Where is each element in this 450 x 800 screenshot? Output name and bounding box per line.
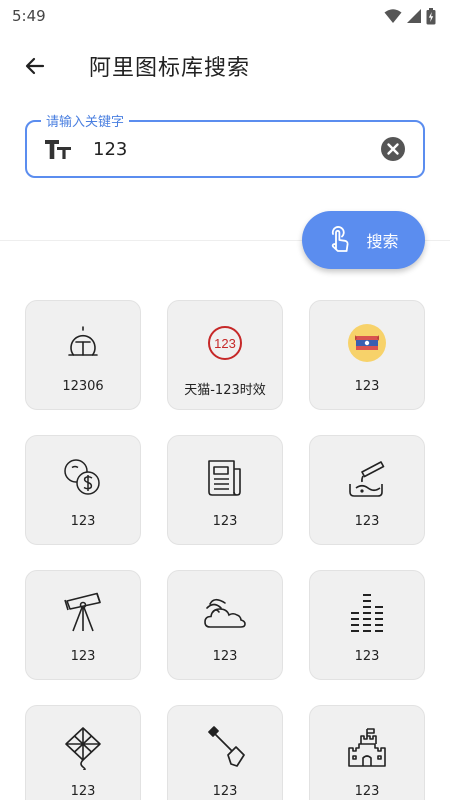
result-card[interactable]: 123 [309,705,425,800]
coins-dollar-icon [61,456,105,500]
result-label: 123 [354,379,380,394]
result-card[interactable]: 123 [167,705,283,800]
result-card[interactable]: 123 天猫-123时效 [167,300,283,410]
wifi-icon [384,9,402,23]
clear-button[interactable] [379,135,407,163]
result-label: 123 [70,649,96,664]
keyword-field-label: 请输入关键字 [41,111,130,130]
result-card[interactable]: 123 [167,435,283,545]
signal-icon [407,9,421,23]
cloud-wifi-icon [203,591,247,635]
result-label: 123 [70,784,96,799]
touch-hand-icon [332,226,349,252]
kite-icon [61,726,105,770]
result-label: 123 [212,514,238,529]
result-card[interactable]: 12306 [25,300,141,410]
result-card[interactable]: 123 [25,435,141,545]
telescope-icon [61,591,105,635]
keyword-input[interactable] [93,138,379,160]
flag-badge-icon [345,321,389,365]
search-button-label: 搜索 [366,232,399,251]
result-label: 123 [354,649,380,664]
clear-circle-icon [381,137,405,161]
number-badge-icon: 123 [203,321,247,365]
rail-station-icon [61,321,105,365]
result-card[interactable]: 123 [25,705,141,800]
battery-charging-icon [426,7,436,24]
result-card[interactable]: 123 [309,570,425,680]
status-icons [384,7,436,25]
back-button[interactable] [11,42,59,90]
keyword-field[interactable]: 请输入关键字 [25,111,425,178]
result-card[interactable]: 123 [25,570,141,680]
shovel-icon [203,726,247,770]
newspaper-icon [203,456,247,500]
result-card[interactable]: 123 [309,300,425,410]
result-card[interactable]: 123 [167,570,283,680]
arrow-left-icon [25,57,45,75]
result-label: 123 [354,784,380,799]
status-time: 5:49 [12,7,46,25]
status-bar: 5:49 [0,0,450,32]
result-label: 123 [354,514,380,529]
text-format-icon [43,138,73,160]
result-card[interactable]: 123 [309,435,425,545]
badge-number: 123 [214,336,236,351]
results-grid: 12306 123 天猫-123时效 123 123 123 123 123 1… [25,300,425,800]
result-label: 123 [212,649,238,664]
pouring-liquid-icon [345,456,389,500]
sandcastle-icon [345,726,389,770]
app-bar: 阿里图标库搜索 [0,38,450,94]
search-button[interactable]: 搜索 [302,211,425,269]
equalizer-icon [345,591,389,635]
result-label: 123 [212,784,238,799]
result-label: 123 [70,514,96,529]
page-title: 阿里图标库搜索 [89,56,251,81]
result-label: 12306 [62,379,104,394]
result-label: 天猫-123时效 [184,383,266,398]
